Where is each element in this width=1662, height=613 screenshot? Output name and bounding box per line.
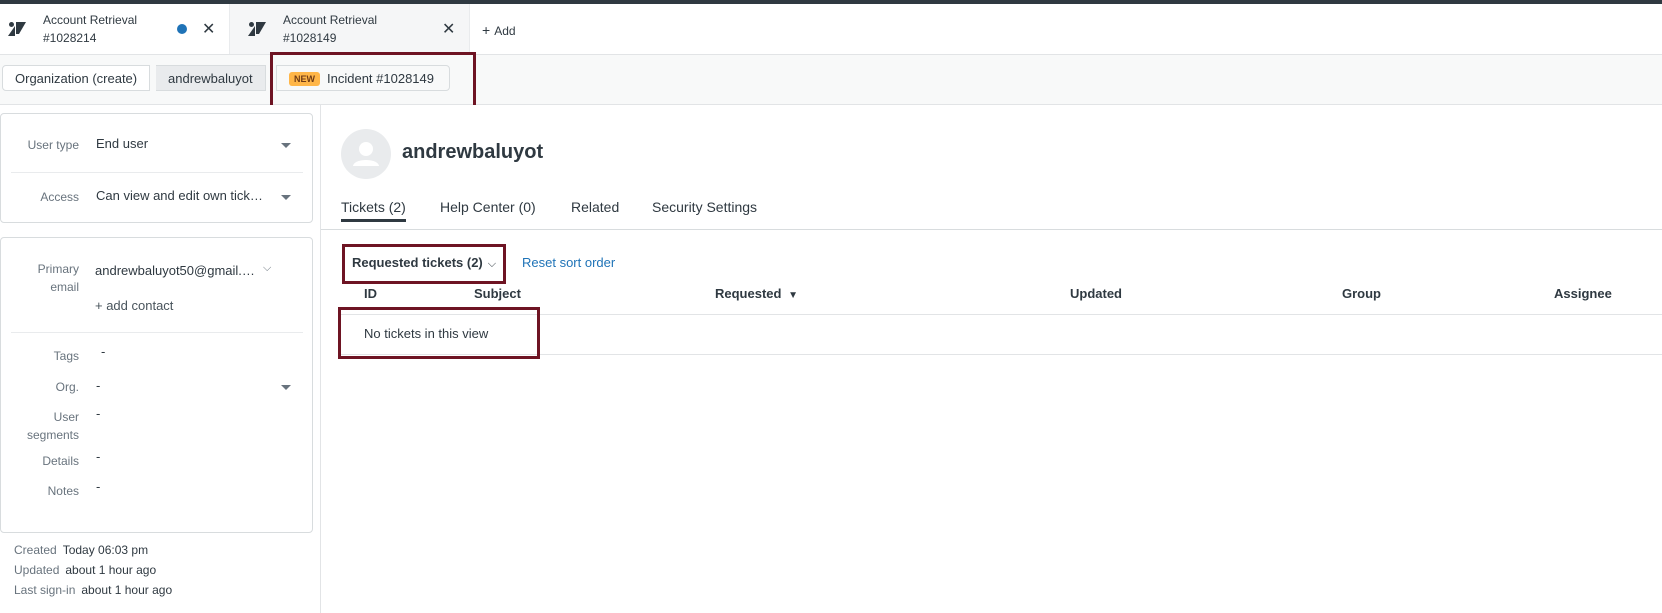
- breadcrumb: Organization (create) andrewbaluyot NEW I…: [0, 55, 1662, 105]
- avatar: [341, 129, 391, 179]
- updated-label: Updated: [14, 563, 60, 577]
- close-tab-icon[interactable]: ✕: [442, 19, 455, 39]
- breadcrumb-ticket[interactable]: NEW Incident #1028149: [276, 65, 450, 91]
- notes-label: Notes: [47, 484, 79, 498]
- column-header-requested[interactable]: Requested ▼: [715, 286, 798, 301]
- add-contact-link[interactable]: + add contact: [95, 298, 173, 313]
- column-header-group[interactable]: Group: [1342, 286, 1381, 301]
- tab-ticket-number: #1028214: [43, 31, 97, 45]
- org-select[interactable]: -: [96, 378, 100, 393]
- zendesk-logo-icon: [8, 22, 26, 36]
- primary-email-label-line2: email: [50, 280, 79, 294]
- status-badge: NEW: [289, 72, 320, 86]
- updated-meta: Updated about 1 hour ago: [14, 563, 156, 577]
- breadcrumb-organization[interactable]: Organization (create): [2, 65, 151, 91]
- chevron-down-icon[interactable]: ⌵: [263, 262, 271, 275]
- tab-security-settings[interactable]: Security Settings: [652, 199, 757, 215]
- org-label: Org.: [55, 380, 79, 394]
- plus-icon: +: [482, 22, 491, 38]
- user-segments-label-line2: segments: [26, 428, 79, 442]
- column-header-updated[interactable]: Updated: [1070, 286, 1122, 301]
- access-label: Access: [40, 190, 79, 204]
- tab-tickets[interactable]: Tickets (2): [341, 199, 406, 222]
- details-label: Details: [42, 454, 79, 468]
- access-select[interactable]: Can view and edit own tick…: [96, 188, 263, 203]
- user-details-panel: User type End user Access Can view and e…: [0, 105, 321, 613]
- primary-email-label-line1: Primary: [37, 262, 79, 276]
- tab-related[interactable]: Related: [571, 199, 619, 215]
- user-type-label: User type: [27, 138, 79, 152]
- empty-state-message: No tickets in this view: [364, 326, 489, 341]
- last-signin-meta: Last sign-in about 1 hour ago: [14, 583, 172, 597]
- sort-descending-icon: ▼: [788, 290, 798, 301]
- tab-title: Account Retrieval: [43, 13, 138, 27]
- add-tab-button[interactable]: + Add: [482, 22, 516, 38]
- user-properties-card: User type End user Access Can view and e…: [0, 113, 313, 223]
- unread-dot-icon: [177, 24, 187, 34]
- user-silhouette-icon: [353, 142, 379, 166]
- column-header-assignee[interactable]: Assignee: [1554, 286, 1612, 301]
- ticket-tab-1028149[interactable]: Account Retrieval #1028149 ✕: [230, 4, 470, 54]
- last-signin-value: about 1 hour ago: [81, 583, 173, 597]
- page-title: andrewbaluyot: [402, 141, 544, 163]
- reset-sort-link[interactable]: Reset sort order: [522, 255, 615, 270]
- tags-value[interactable]: -: [101, 344, 105, 359]
- notes-value[interactable]: -: [96, 479, 100, 494]
- created-value: Today 06:03 pm: [62, 543, 149, 557]
- user-segments-label-line1: User: [53, 410, 79, 424]
- created-label: Created: [14, 543, 57, 557]
- primary-email-value[interactable]: andrewbaluyot50@gmail.…: [95, 263, 255, 278]
- user-segments-value: -: [96, 406, 101, 421]
- add-tab-label: Add: [494, 24, 516, 38]
- table-header-divider: [341, 314, 1662, 315]
- last-signin-label: Last sign-in: [14, 583, 76, 597]
- tab-ticket-number: #1028149: [283, 31, 337, 45]
- ticket-view-dropdown[interactable]: Requested tickets (2) ⌵: [352, 255, 496, 271]
- ticket-tab-bar: Account Retrieval #1028214 ✕ Account Ret…: [0, 4, 1662, 55]
- divider: [11, 332, 303, 333]
- divider: [11, 172, 303, 173]
- tab-title: Account Retrieval: [283, 13, 378, 27]
- ticket-view-label: Requested tickets (2): [352, 255, 483, 270]
- column-header-subject[interactable]: Subject: [474, 286, 521, 301]
- ticket-tab-1028214[interactable]: Account Retrieval #1028214 ✕: [0, 4, 230, 54]
- created-meta: Created Today 06:03 pm: [14, 543, 148, 557]
- column-header-requested-label: Requested: [715, 286, 782, 301]
- tab-help-center[interactable]: Help Center (0): [440, 199, 536, 215]
- zendesk-logo-icon: [248, 22, 266, 36]
- profile-tabs: Tickets (2) Help Center (0) Related Secu…: [321, 197, 1662, 230]
- tags-label: Tags: [53, 349, 79, 363]
- user-segments-label: User segments: [1, 408, 79, 444]
- breadcrumb-user[interactable]: andrewbaluyot: [156, 65, 266, 91]
- table-row-divider: [341, 354, 1662, 355]
- chevron-down-icon[interactable]: [281, 385, 291, 390]
- chevron-down-icon: ⌵: [487, 258, 497, 270]
- details-value[interactable]: -: [96, 449, 100, 464]
- user-type-select[interactable]: End user: [96, 136, 148, 151]
- close-tab-icon[interactable]: ✕: [202, 19, 215, 39]
- chevron-down-icon[interactable]: [281, 195, 291, 200]
- updated-value: about 1 hour ago: [65, 563, 157, 577]
- breadcrumb-ticket-label: Incident #1028149: [327, 71, 434, 86]
- column-header-id[interactable]: ID: [364, 286, 377, 301]
- user-profile-main: andrewbaluyot Tickets (2) Help Center (0…: [321, 105, 1662, 613]
- chevron-down-icon[interactable]: [281, 143, 291, 148]
- contact-card: Primary email andrewbaluyot50@gmail.… ⌵ …: [0, 237, 313, 533]
- primary-email-label: Primary email: [1, 260, 79, 296]
